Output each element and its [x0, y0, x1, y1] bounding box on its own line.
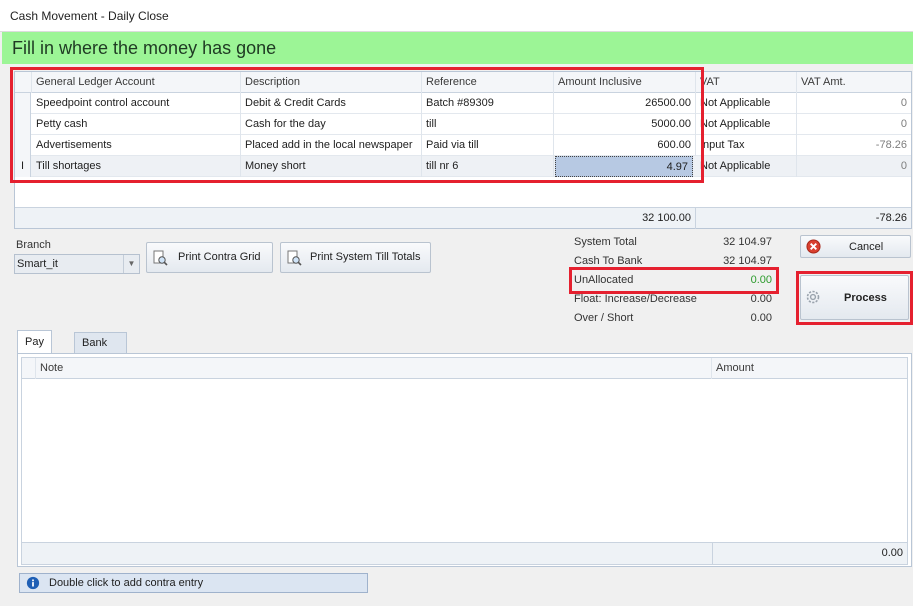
cell-vat[interactable]: Not Applicable	[696, 93, 797, 114]
highlight-box-unallocated	[569, 267, 779, 294]
footer-amount-total: 32 100.00	[554, 208, 696, 229]
print-system-till-totals-label: Print System Till Totals	[310, 251, 421, 263]
info-icon	[26, 576, 40, 596]
over-short-label: Over / Short	[574, 312, 634, 324]
cell-vat[interactable]: Not Applicable	[696, 114, 797, 135]
payout-grid-header: Note Amount	[22, 358, 907, 379]
branch-value: Smart_it	[17, 258, 58, 270]
system-total-label: System Total	[574, 236, 637, 248]
payout-grid[interactable]: Note Amount 0.00	[21, 357, 908, 565]
cash-to-bank-value: 32 104.97	[723, 255, 772, 267]
col-header-note[interactable]: Note	[36, 358, 712, 379]
col-header-vat[interactable]: VAT	[696, 72, 797, 93]
print-preview-icon	[286, 250, 302, 269]
chevron-down-icon[interactable]: ▼	[123, 255, 139, 273]
print-contra-grid-label: Print Contra Grid	[178, 251, 261, 263]
col-header-vat-amt[interactable]: VAT Amt.	[797, 72, 911, 93]
cell-vat[interactable]: Not Applicable	[696, 156, 797, 177]
cancel-button[interactable]: Cancel	[800, 235, 911, 258]
banner-text: Fill in where the money has gone	[12, 38, 277, 58]
tab-pay-out[interactable]: Pay Out	[17, 330, 52, 370]
window-title: Cash Movement - Daily Close	[10, 9, 169, 23]
highlight-box-process	[796, 271, 913, 325]
over-short-value: 0.00	[750, 312, 772, 324]
cell-vat-amt: 0	[900, 118, 907, 130]
float-value: 0.00	[750, 293, 772, 305]
tab-bank-deposit[interactable]: Bank Deposit	[74, 332, 128, 369]
cancel-label: Cancel	[849, 241, 884, 253]
print-preview-icon	[152, 250, 168, 269]
col-header-payout-amount[interactable]: Amount	[712, 358, 907, 379]
cell-vat-amt: 0	[900, 160, 907, 172]
grid-footer: 32 100.00 -78.26	[15, 207, 911, 229]
payout-indicator-header	[22, 358, 36, 379]
instruction-banner: Fill in where the money has gone	[2, 32, 913, 64]
footer-vat-total: -78.26	[875, 212, 907, 224]
payout-grid-footer: 0.00	[22, 542, 907, 564]
title-bar: Cash Movement - Daily Close	[0, 0, 913, 32]
info-bar: Double click to add contra entry	[19, 573, 368, 593]
branch-select[interactable]: Smart_it ▼	[14, 254, 140, 274]
print-system-till-totals-button[interactable]: Print System Till Totals	[280, 242, 431, 273]
cancel-icon	[806, 239, 821, 257]
payout-panel: Note Amount 0.00	[17, 353, 912, 567]
cell-vat[interactable]: Input Tax	[696, 135, 797, 156]
print-contra-grid-button[interactable]: Print Contra Grid	[146, 242, 273, 273]
cell-vat-amt: -78.26	[875, 139, 907, 151]
highlight-box-grid	[10, 67, 704, 183]
cell-vat-amt: 0	[900, 97, 907, 109]
info-text: Double click to add contra entry	[49, 577, 204, 589]
system-total-value: 32 104.97	[723, 236, 772, 248]
float-label: Float: Increase/Decrease	[574, 293, 697, 305]
payout-footer-total: 0.00	[712, 543, 907, 564]
branch-label: Branch	[16, 239, 51, 251]
cash-to-bank-label: Cash To Bank	[574, 255, 643, 267]
